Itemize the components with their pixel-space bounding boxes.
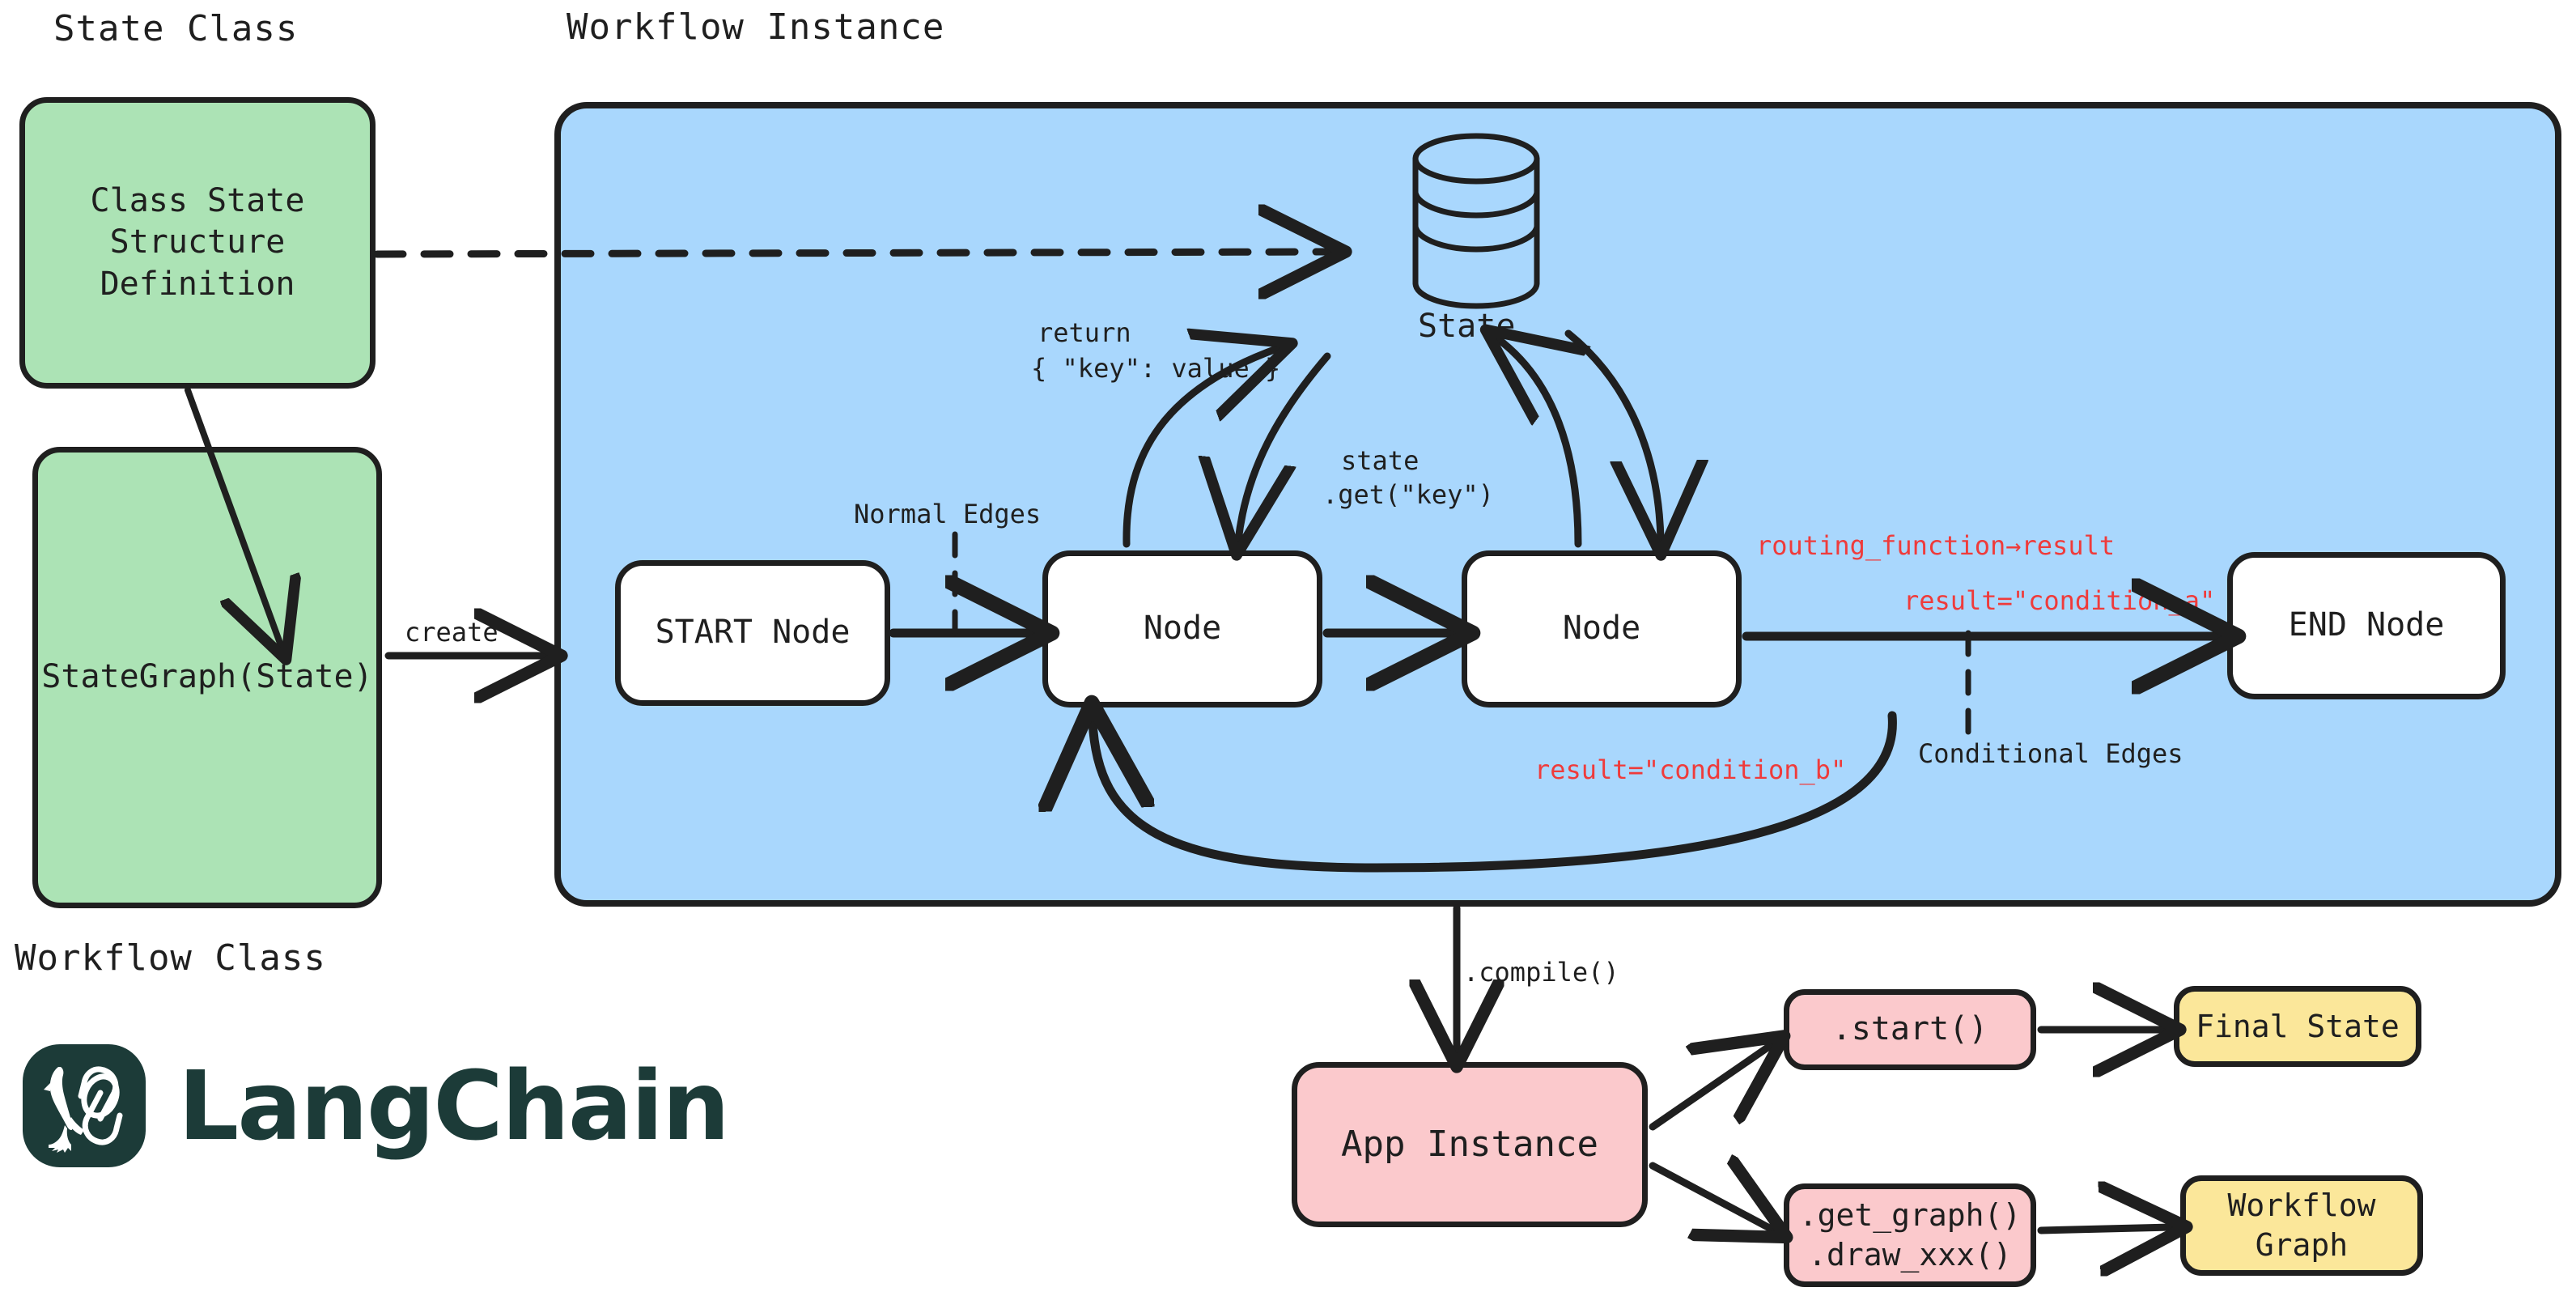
conditional-edges-label: Conditional Edges: [1918, 738, 2183, 769]
node-1-box[interactable]: Node: [1042, 550, 1322, 707]
start-node-box[interactable]: START Node: [615, 560, 890, 706]
return-label-line1: return: [1038, 317, 1131, 348]
app-to-start-arrow: [1649, 1044, 1772, 1131]
return-label-line2: { "key": value }: [1031, 353, 1281, 384]
diagram-canvas: State Class Workflow Instance Workflow C…: [0, 0, 2576, 1296]
langchain-logo-mark: [23, 1044, 146, 1167]
state-get-label-line1: state: [1341, 445, 1420, 476]
create-label: create: [405, 617, 499, 648]
graph-to-workflow-graph-arrow: [2037, 1227, 2172, 1230]
state-class-title: State Class: [53, 8, 299, 49]
state-store-label: State: [1418, 308, 1516, 345]
state-get-label-line2: .get("key"): [1322, 479, 1494, 510]
langchain-logo: LangChain: [23, 1044, 730, 1167]
routing-function-label: routing_function→result: [1756, 530, 2116, 561]
app-instance-box[interactable]: App Instance: [1292, 1062, 1648, 1227]
start-method-box[interactable]: .start(): [1784, 989, 2036, 1070]
graph-methods-box[interactable]: .get_graph() .draw_xxx(): [1784, 1183, 2036, 1287]
workflow-class-title: Workflow Class: [15, 937, 326, 979]
class-state-box[interactable]: Class State Structure Definition: [19, 97, 376, 389]
node-2-box[interactable]: Node: [1462, 550, 1742, 707]
workflow-graph-box[interactable]: Workflow Graph: [2180, 1175, 2423, 1276]
app-to-graph-methods-arrow: [1649, 1166, 1774, 1230]
final-state-box[interactable]: Final State: [2174, 986, 2421, 1067]
workflow-instance-title: Workflow Instance: [567, 6, 945, 48]
langchain-wordmark: LangChain: [178, 1050, 730, 1162]
link-icon: [78, 1066, 123, 1145]
compile-label: .compile(): [1463, 957, 1619, 988]
parrot-and-link-icons: [44, 1066, 123, 1153]
condition-b-label: result="condition_b": [1534, 754, 1847, 785]
condition-a-label: result="condition_a": [1903, 585, 2216, 616]
end-node-box[interactable]: END Node: [2227, 552, 2506, 699]
parrot-icon: [44, 1067, 84, 1153]
normal-edges-label: Normal Edges: [854, 499, 1042, 529]
stategraph-box[interactable]: StateGraph(State): [32, 447, 382, 908]
